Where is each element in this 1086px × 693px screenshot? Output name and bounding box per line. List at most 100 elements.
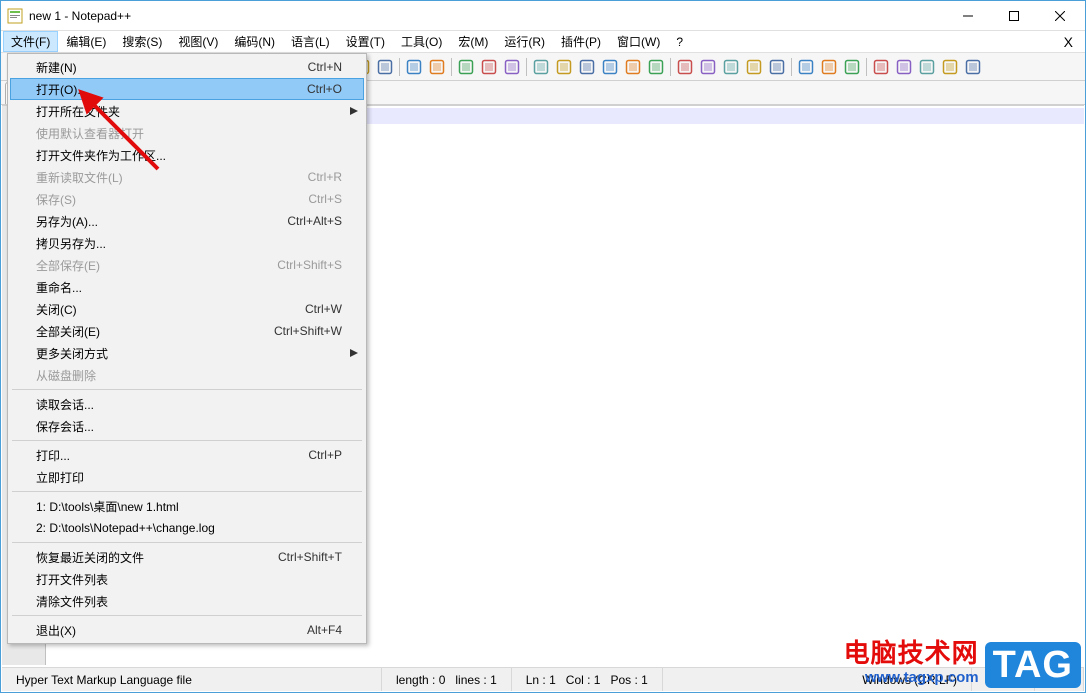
menu-view[interactable]: 视图(V) <box>170 31 226 52</box>
menu-item[interactable]: 恢复最近关闭的文件Ctrl+Shift+T <box>10 546 364 568</box>
menu-macro[interactable]: 宏(M) <box>450 31 496 52</box>
menu-item-shortcut: Alt+F4 <box>307 623 342 637</box>
menu-search[interactable]: 搜索(S) <box>114 31 170 52</box>
menu-plugins[interactable]: 插件(P) <box>553 31 609 52</box>
menu-item[interactable]: 更多关闭方式 <box>10 342 364 364</box>
menu-settings[interactable]: 设置(T) <box>338 31 393 52</box>
menu-item[interactable]: 重命名... <box>10 276 364 298</box>
sync-h-icon[interactable] <box>426 56 448 78</box>
save-macro-icon[interactable] <box>766 56 788 78</box>
show-all-chars-icon[interactable] <box>478 56 500 78</box>
menu-item[interactable]: 拷贝另存为... <box>10 232 364 254</box>
menu-item: 重新读取文件(L)Ctrl+R <box>10 166 364 188</box>
menu-item-label: 更多关闭方式 <box>36 345 342 362</box>
menu-item-label: 重命名... <box>36 279 342 296</box>
menu-item-label: 拷贝另存为... <box>36 235 342 252</box>
menu-item[interactable]: 打印...Ctrl+P <box>10 444 364 466</box>
menubar-x-button[interactable]: X <box>1054 34 1083 50</box>
bookmark-next-icon[interactable] <box>841 56 863 78</box>
hi3-icon[interactable] <box>916 56 938 78</box>
spell-icon[interactable] <box>795 56 817 78</box>
menu-encoding[interactable]: 编码(N) <box>226 31 283 52</box>
title-bar: new 1 - Notepad++ <box>1 1 1085 31</box>
hi2-icon[interactable] <box>893 56 915 78</box>
stop-macro-icon[interactable] <box>697 56 719 78</box>
submenu-arrow-icon <box>350 107 358 115</box>
menu-item[interactable]: 关闭(C)Ctrl+W <box>10 298 364 320</box>
bookmark-prev-icon[interactable] <box>818 56 840 78</box>
menu-item-shortcut: Ctrl+P <box>308 448 342 462</box>
toolbar-separator <box>451 58 452 76</box>
watermark: 电脑技术网 www.tagxp.com TAG <box>844 637 1081 688</box>
menu-item-label: 2: D:\tools\Notepad++\change.log <box>36 521 342 535</box>
menu-item-label: 使用默认查看器打开 <box>36 125 342 142</box>
monitor-icon[interactable] <box>645 56 667 78</box>
doc-map-icon[interactable] <box>553 56 575 78</box>
menu-help[interactable]: ? <box>668 33 691 51</box>
menu-item: 使用默认查看器打开 <box>10 122 364 144</box>
menu-item-label: 恢复最近关闭的文件 <box>36 549 278 566</box>
app-icon <box>7 8 23 24</box>
menu-item-label: 新建(N) <box>36 59 308 76</box>
folder-ws-icon[interactable] <box>622 56 644 78</box>
lang-icon[interactable] <box>530 56 552 78</box>
menu-item[interactable]: 保存会话... <box>10 415 364 437</box>
menu-item[interactable]: 另存为(A)...Ctrl+Alt+S <box>10 210 364 232</box>
menu-item: 保存(S)Ctrl+S <box>10 188 364 210</box>
menu-item-shortcut: Ctrl+S <box>308 192 342 206</box>
menu-separator <box>12 491 362 492</box>
menu-item-shortcut: Ctrl+W <box>305 302 342 316</box>
menu-item[interactable]: 2: D:\tools\Notepad++\change.log <box>10 517 364 539</box>
hi5-icon[interactable] <box>962 56 984 78</box>
menu-item[interactable]: 打开文件列表 <box>10 568 364 590</box>
play-macro-icon[interactable] <box>720 56 742 78</box>
menu-item[interactable]: 读取会话... <box>10 393 364 415</box>
doc-list-icon[interactable] <box>576 56 598 78</box>
menu-tools[interactable]: 工具(O) <box>393 31 450 52</box>
menu-item[interactable]: 立即打印 <box>10 466 364 488</box>
zoom-out-icon[interactable] <box>374 56 396 78</box>
menu-item-label: 全部保存(E) <box>36 257 277 274</box>
menu-item-label: 重新读取文件(L) <box>36 169 308 186</box>
menu-item[interactable]: 新建(N)Ctrl+N <box>10 56 364 78</box>
menu-item[interactable]: 退出(X)Alt+F4 <box>10 619 364 641</box>
window-buttons <box>945 1 1083 31</box>
menu-run[interactable]: 运行(R) <box>496 31 553 52</box>
record-macro-icon[interactable] <box>674 56 696 78</box>
menu-item-label: 从磁盘删除 <box>36 367 342 384</box>
indent-guide-icon[interactable] <box>501 56 523 78</box>
menu-item-shortcut: Ctrl+Shift+W <box>274 324 342 338</box>
fast-macro-icon[interactable] <box>743 56 765 78</box>
maximize-button[interactable] <box>991 1 1037 31</box>
hi1-icon[interactable] <box>870 56 892 78</box>
window-title: new 1 - Notepad++ <box>29 9 945 23</box>
menu-item[interactable]: 打开所在文件夹 <box>10 100 364 122</box>
wordwrap-icon[interactable] <box>455 56 477 78</box>
sync-v-icon[interactable] <box>403 56 425 78</box>
toolbar-separator <box>526 58 527 76</box>
menu-item-shortcut: Ctrl+O <box>307 82 342 96</box>
func-list-icon[interactable] <box>599 56 621 78</box>
menu-item-label: 读取会话... <box>36 396 342 413</box>
menu-item-label: 打开文件列表 <box>36 571 342 588</box>
menu-item-shortcut: Ctrl+Shift+T <box>278 550 342 564</box>
menu-file[interactable]: 文件(F) <box>3 31 58 52</box>
menu-item[interactable]: 1: D:\tools\桌面\new 1.html <box>10 495 364 517</box>
close-window-button[interactable] <box>1037 1 1083 31</box>
menu-item-shortcut: Ctrl+Shift+S <box>277 258 342 272</box>
menu-item-label: 1: D:\tools\桌面\new 1.html <box>36 498 342 515</box>
menu-window[interactable]: 窗口(W) <box>609 31 668 52</box>
menu-item[interactable]: 打开文件夹作为工作区... <box>10 144 364 166</box>
menu-separator <box>12 615 362 616</box>
menu-item-label: 打开(O)... <box>36 81 307 98</box>
menu-item-label: 清除文件列表 <box>36 593 342 610</box>
watermark-url: www.tagxp.com <box>844 669 979 688</box>
menu-item[interactable]: 全部关闭(E)Ctrl+Shift+W <box>10 320 364 342</box>
menu-language[interactable]: 语言(L) <box>283 31 338 52</box>
minimize-button[interactable] <box>945 1 991 31</box>
file-menu-dropdown: 新建(N)Ctrl+N打开(O)...Ctrl+O打开所在文件夹使用默认查看器打… <box>7 53 367 644</box>
menu-edit[interactable]: 编辑(E) <box>58 31 114 52</box>
hi4-icon[interactable] <box>939 56 961 78</box>
menu-item[interactable]: 清除文件列表 <box>10 590 364 612</box>
menu-item[interactable]: 打开(O)...Ctrl+O <box>10 78 364 100</box>
